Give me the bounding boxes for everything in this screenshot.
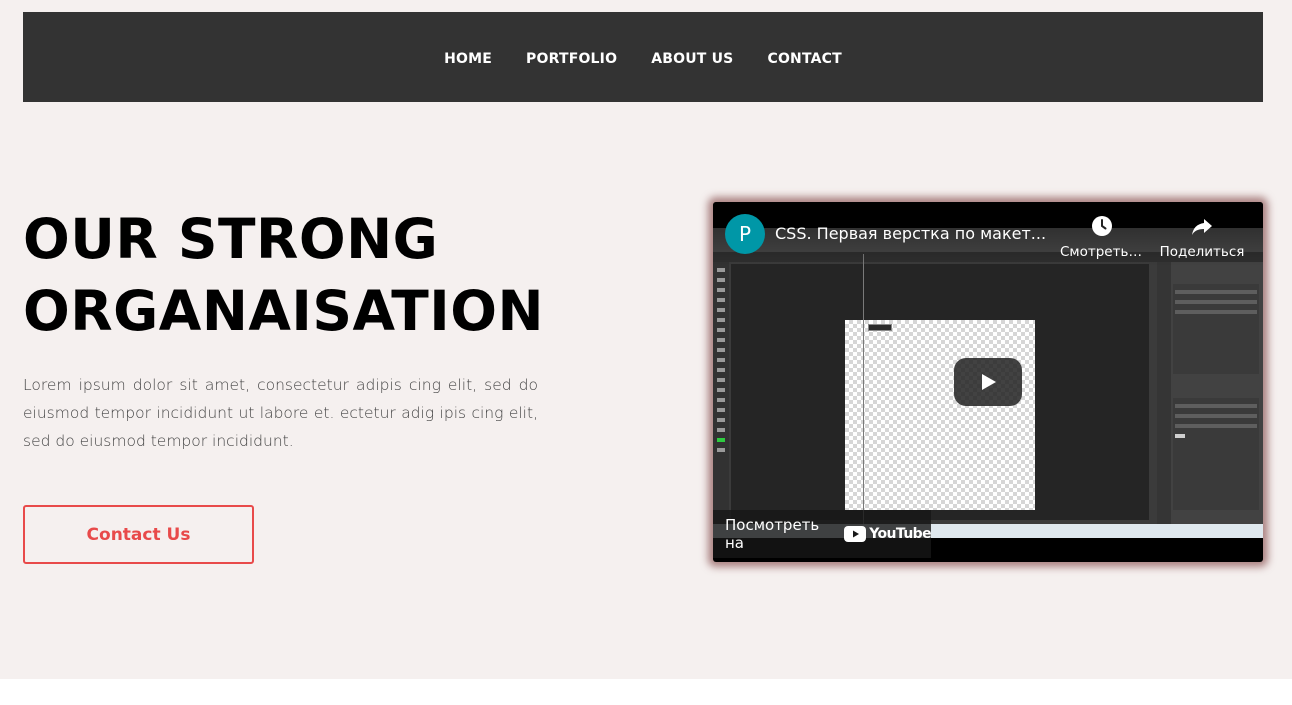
- nav-item-home: HOME: [444, 48, 492, 67]
- share-label: Поделиться: [1159, 244, 1245, 260]
- contact-us-button[interactable]: Contact Us: [23, 505, 254, 564]
- thumbnail-panel-row: [1175, 290, 1257, 294]
- thumbnail-tool: [717, 298, 725, 302]
- nav-menu: HOME PORTFOLIO ABOUT US CONTACT: [444, 48, 842, 67]
- thumbnail-tooltip: [868, 324, 892, 331]
- watch-on-youtube-button[interactable]: Посмотреть на YouTube: [713, 510, 932, 558]
- thumbnail-tool: [717, 338, 725, 342]
- thumbnail-tool: [717, 348, 725, 352]
- watch-on-label: Посмотреть на: [725, 516, 820, 552]
- thumbnail-tool: [717, 418, 725, 422]
- nav-item-portfolio: PORTFOLIO: [526, 48, 617, 67]
- thumbnail-tool: [717, 428, 725, 432]
- watch-later-label: Смотреть ...: [1060, 244, 1144, 260]
- nav-link-about-us[interactable]: ABOUT US: [651, 51, 733, 67]
- nav-link-portfolio[interactable]: PORTFOLIO: [526, 51, 617, 67]
- nav-item-contact: CONTACT: [767, 48, 841, 67]
- thumbnail-tool: [717, 358, 725, 362]
- thumbnail-tool: [717, 278, 725, 282]
- thumbnail-tool: [717, 378, 725, 382]
- thumbnail-tool: [717, 328, 725, 332]
- thumbnail-panel-row: [1175, 424, 1257, 428]
- youtube-logo: YouTube: [844, 526, 932, 542]
- nav-link-home[interactable]: HOME: [444, 51, 492, 67]
- youtube-embed[interactable]: P CSS. Первая верстка по макет... Смотре…: [713, 202, 1263, 562]
- play-icon: [982, 374, 996, 390]
- clock-icon: [1092, 216, 1112, 236]
- channel-avatar[interactable]: P: [725, 214, 765, 254]
- hero-title: OUR STRONG ORGANAISATION: [23, 203, 623, 347]
- nav-link-contact[interactable]: CONTACT: [767, 51, 841, 67]
- thumbnail-tool: [717, 318, 725, 322]
- thumbnail-tool: [717, 448, 725, 452]
- hero-title-line-1: OUR STRONG: [23, 207, 439, 271]
- top-navbar: HOME PORTFOLIO ABOUT US CONTACT: [23, 12, 1263, 102]
- thumbnail-tool: [717, 288, 725, 292]
- thumbnail-panel-row: [1175, 310, 1257, 314]
- thumbnail-toolbar: [713, 262, 729, 524]
- play-button[interactable]: [954, 358, 1022, 406]
- share-icon: [1192, 219, 1212, 235]
- thumbnail-tool: [717, 368, 725, 372]
- hero-title-line-2: ORGANAISATION: [23, 279, 545, 343]
- video-title[interactable]: CSS. Первая верстка по макет...: [775, 224, 1050, 243]
- watch-later-button[interactable]: Смотреть ...: [1060, 214, 1144, 260]
- thumbnail-layer-thumb: [1175, 434, 1185, 438]
- thumbnail-tool: [717, 408, 725, 412]
- thumbnail-panel-section: [1173, 284, 1259, 374]
- thumbnail-transparent-canvas: [845, 320, 1035, 510]
- thumbnail-tool: [717, 388, 725, 392]
- thumbnail-tool: [717, 268, 725, 272]
- thumbnail-panel-row: [1175, 300, 1257, 304]
- thumbnail-color-swatch: [717, 438, 725, 442]
- youtube-wordmark: YouTube: [869, 526, 931, 542]
- thumbnail-panel-row: [1175, 414, 1257, 418]
- thumbnail-tool: [717, 398, 725, 402]
- thumbnail-panel-strip: [1157, 262, 1171, 524]
- youtube-logo-icon: [844, 526, 867, 542]
- thumbnail-panel-row: [1175, 404, 1257, 408]
- hero-description: Lorem ipsum dolor sit amet, consectetur …: [23, 376, 538, 450]
- share-button[interactable]: Поделиться: [1159, 214, 1245, 260]
- thumbnail-guide-line: [863, 254, 864, 524]
- nav-item-about: ABOUT US: [651, 48, 733, 67]
- thumbnail-tool: [717, 308, 725, 312]
